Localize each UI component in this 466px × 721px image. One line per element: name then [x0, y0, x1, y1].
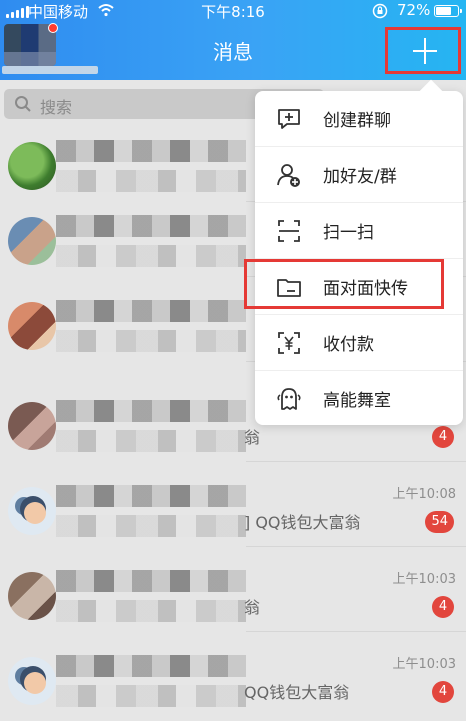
ghost-icon [277, 388, 301, 410]
unread-badge: 4 [432, 426, 454, 448]
unread-badge: 4 [432, 596, 454, 618]
blurred-preview [56, 245, 246, 267]
row-preview: 翁 [244, 428, 261, 447]
unread-badge: 4 [432, 681, 454, 703]
scan-icon [278, 220, 300, 242]
blurred-preview [56, 600, 246, 622]
avatar [8, 572, 56, 620]
avatar [8, 487, 56, 535]
highlight-box [244, 259, 444, 309]
status-bar: 中国移动 下午8:16 72% [0, 0, 466, 22]
row-time: 上午10:08 [392, 487, 456, 502]
add-friend-icon [277, 164, 300, 187]
avatar [8, 302, 56, 350]
menu-item-dance-room[interactable]: 高能舞室 [255, 371, 463, 427]
menu-item-scan[interactable]: 扫一扫 [255, 203, 463, 259]
menu-label: 加好友/群 [323, 167, 397, 187]
row-preview: 翁 [244, 598, 261, 617]
row-preview: QQ钱包大富翁 [244, 683, 350, 702]
menu-item-add-friend[interactable]: 加好友/群 [255, 147, 463, 203]
blurred-title [56, 570, 246, 592]
menu-label: 创建群聊 [323, 111, 391, 131]
blurred-preview [56, 330, 246, 352]
menu-label: 高能舞室 [323, 391, 391, 411]
menu-item-create-group[interactable]: 创建群聊 [255, 91, 463, 147]
list-item[interactable]: 上午10:03 QQ钱包大富翁 4 [0, 645, 466, 717]
avatar [8, 217, 56, 265]
row-time: 上午10:03 [392, 657, 456, 672]
menu-label: 收付款 [323, 335, 374, 355]
list-item[interactable]: 上午10:08 ] QQ钱包大富翁 54 [0, 475, 466, 547]
search-placeholder: 搜索 [40, 98, 73, 117]
blurred-title [56, 655, 246, 677]
blurred-title [56, 400, 246, 422]
blurred-preview [56, 515, 246, 537]
group-chat-icon [278, 109, 300, 129]
list-item[interactable]: 上午10:03 翁 4 [0, 560, 466, 632]
row-preview: ] QQ钱包大富翁 [244, 513, 361, 532]
blurred-name [2, 66, 98, 74]
unread-badge: 54 [425, 511, 454, 533]
blurred-preview [56, 685, 246, 707]
battery-percent: 72% [397, 1, 431, 19]
battery-icon [434, 5, 462, 17]
blurred-preview [56, 170, 246, 192]
search-icon [15, 96, 31, 112]
menu-item-payment[interactable]: 收付款 [255, 315, 463, 371]
notification-dot [48, 23, 58, 33]
blurred-title [56, 300, 246, 322]
blurred-title [56, 485, 246, 507]
add-menu: 创建群聊 加好友/群 扫一扫 面对面快传 收付款 高能舞室 [255, 91, 463, 425]
blurred-title [56, 215, 246, 237]
avatar [8, 402, 56, 450]
row-time: 上午10:03 [392, 572, 456, 587]
menu-label: 扫一扫 [323, 223, 374, 243]
avatar [8, 657, 56, 705]
rotation-lock-icon [372, 3, 388, 19]
blurred-preview [56, 430, 246, 452]
avatar [8, 142, 56, 190]
plus-button[interactable] [385, 27, 461, 74]
payment-icon [278, 332, 300, 354]
top-bar: 中国移动 下午8:16 72% 消息 [0, 0, 466, 80]
blurred-title [56, 140, 246, 162]
